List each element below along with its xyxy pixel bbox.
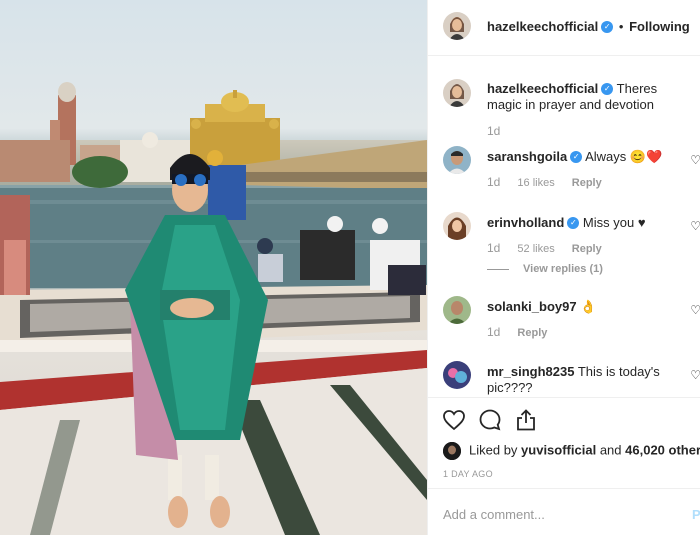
comment-meta: 1d Reply [487,325,561,339]
comment-heart-icon[interactable]: ♡ [690,303,700,317]
post-comment-button[interactable]: Po [692,507,700,522]
header-dot: • [618,19,624,34]
liker-avatar-image [443,442,461,460]
comment-text: mr_singh8235 This is today's pic???? [487,364,693,396]
header-name-line: hazelkeechofficial ✓ • Following [487,19,690,34]
likes-summary: Liked by yuvisofficial and 46,020 others [443,442,700,460]
commenter-avatar-image [443,146,471,174]
verified-badge-icon: ✓ [567,216,580,229]
likes-prefix: Liked by [469,442,518,458]
author-avatar[interactable] [443,12,471,40]
view-replies-line [487,268,509,270]
caption-username[interactable]: hazelkeechofficial [487,81,598,96]
commenter-avatar-image [443,296,471,324]
comment-likes[interactable]: 52 likes [517,243,554,255]
commenter-avatar[interactable] [443,146,471,174]
verified-badge-icon: ✓ [601,82,614,95]
reply-button[interactable]: Reply [572,177,602,189]
comment-username[interactable]: erinvholland [487,215,564,230]
reply-button[interactable]: Reply [517,327,547,339]
comment-item: solanki_boy97 👌 ♡ 1d Reply [428,295,700,345]
view-replies-button[interactable]: View replies (1) [487,263,603,275]
comment-body: Miss you ♥ [582,215,646,230]
likes-and: and [599,442,622,458]
comment-icon[interactable] [478,408,502,432]
commenter-avatar-image [443,361,471,389]
comment-date: 1d [487,175,501,189]
likes-others[interactable]: 46,020 others [625,442,700,457]
comment-username[interactable]: mr_singh8235 [487,364,574,379]
caption: hazelkeechofficial ✓ Theres magic in pray… [428,57,700,142]
commenter-avatar-image [443,212,471,240]
comment-date: 1d [487,241,501,255]
comment-body: 👌 [580,299,597,314]
commenter-avatar[interactable] [443,296,471,324]
commenter-avatar[interactable] [443,361,471,389]
commenter-avatar[interactable] [443,212,471,240]
comment-date: 1d [487,325,501,339]
comment-body: Always 😊❤️ [585,149,663,164]
verified-badge-icon: ✓ [570,150,583,163]
caption-date: 1d [487,124,501,138]
add-comment-bar: Add a comment... Po [428,488,700,535]
comment-item: saranshgoila ✓ Always 😊❤️ ♡ 1d 16 likes R… [428,145,700,205]
comment-likes[interactable]: 16 likes [517,177,554,189]
caption-text: hazelkeechofficial ✓ Theres magic in pray… [487,81,693,113]
author-username[interactable]: hazelkeechofficial [487,19,598,34]
caption-meta: 1d [487,124,514,138]
comments-list[interactable]: hazelkeechofficial ✓ Theres magic in pray… [428,57,700,397]
post-photo[interactable] [0,0,427,535]
post-timestamp[interactable]: 1 DAY AGO [443,469,493,479]
verified-badge-icon: ✓ [601,20,614,33]
post-header: hazelkeechofficial ✓ • Following [428,0,700,56]
comment-heart-icon[interactable]: ♡ [690,153,700,167]
caption-avatar[interactable] [443,79,471,107]
comment-heart-icon[interactable]: ♡ [690,368,700,382]
comment-item: mr_singh8235 This is today's pic???? ♡ [428,360,700,397]
post-sidebar: hazelkeechofficial ✓ • Following hazelkee… [427,0,700,535]
following-button[interactable]: Following [629,19,690,34]
author-avatar-image [443,12,471,40]
add-comment-input[interactable]: Add a comment... [443,507,545,522]
comment-item: erinvholland ✓ Miss you ♥ ♡ 1d 52 likes R… [428,211,700,291]
comment-username[interactable]: saranshgoila [487,149,567,164]
share-icon[interactable] [514,408,538,432]
comment-meta: 1d 16 likes Reply [487,175,616,189]
heart-icon[interactable] [442,408,466,432]
comment-meta: 1d 52 likes Reply [487,241,616,255]
liker-avatar[interactable] [443,442,461,460]
caption-avatar-image [443,79,471,107]
reply-button[interactable]: Reply [572,243,602,255]
comment-text: erinvholland ✓ Miss you ♥ [487,215,693,231]
comment-username[interactable]: solanki_boy97 [487,299,577,314]
comment-text: saranshgoila ✓ Always 😊❤️ [487,149,693,165]
comment-text: solanki_boy97 👌 [487,299,693,315]
view-replies-label: View replies (1) [523,263,603,275]
comment-heart-icon[interactable]: ♡ [690,219,700,233]
photo-scene [0,82,427,535]
liker-username[interactable]: yuvisofficial [521,442,596,457]
